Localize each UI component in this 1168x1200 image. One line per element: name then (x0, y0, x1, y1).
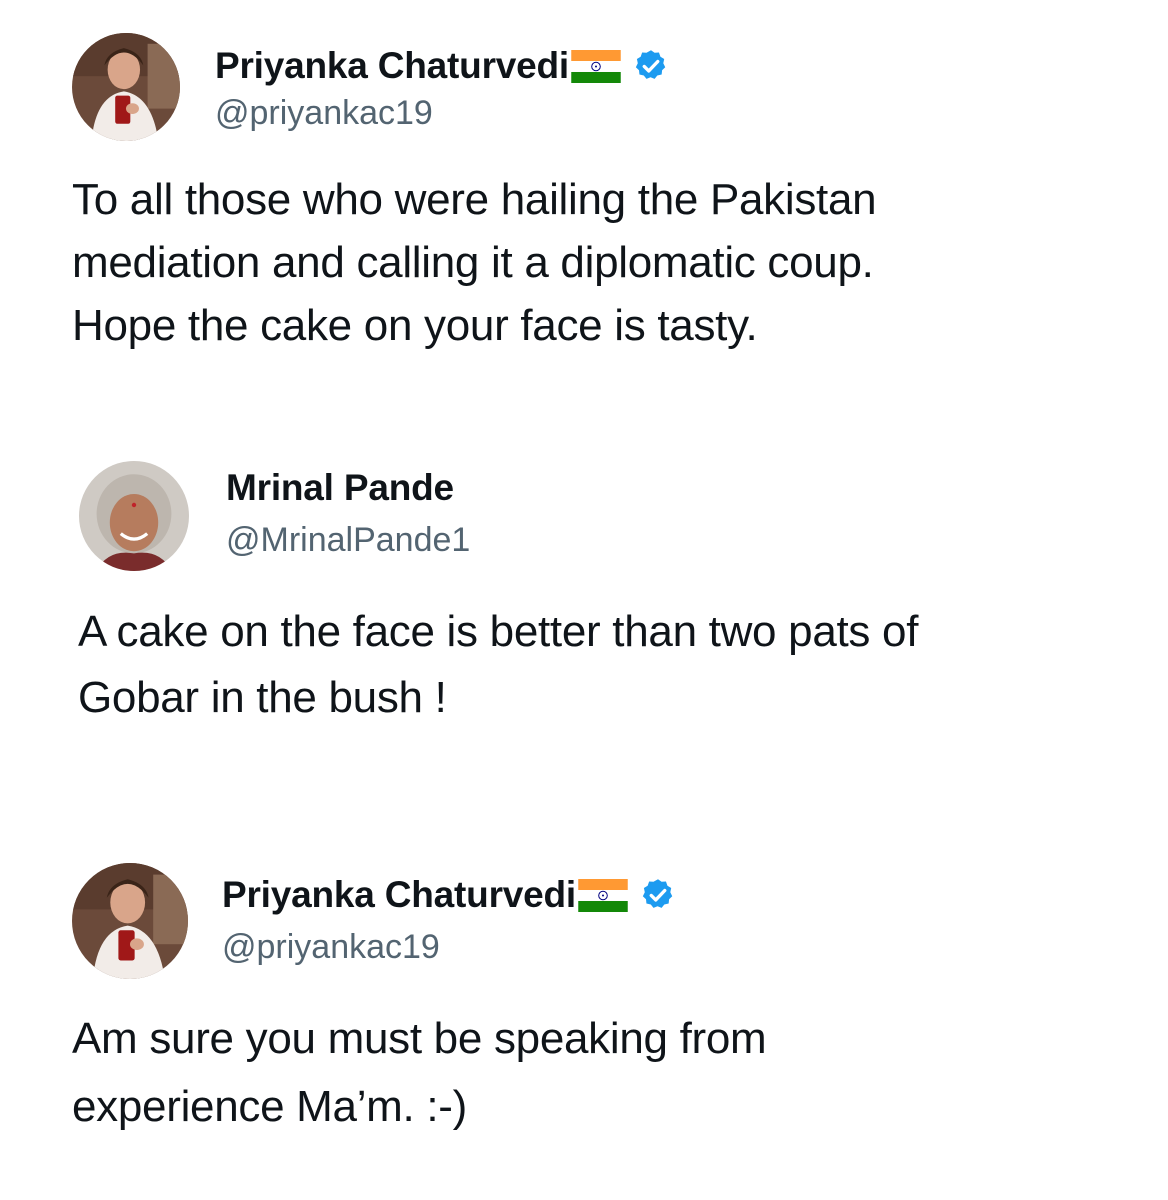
author-handle[interactable]: @priyankac19 (222, 928, 440, 967)
avatar[interactable] (72, 863, 188, 979)
verified-badge-icon (640, 877, 676, 913)
tweet-text: Am sure you must be speaking from experi… (72, 1014, 767, 1131)
author-name[interactable]: Priyanka Chaturvedi (222, 874, 576, 916)
tweet-3: Priyanka Chaturvedi @priyankac19 Am sure… (0, 0, 1168, 1200)
india-flag-icon (578, 878, 628, 912)
